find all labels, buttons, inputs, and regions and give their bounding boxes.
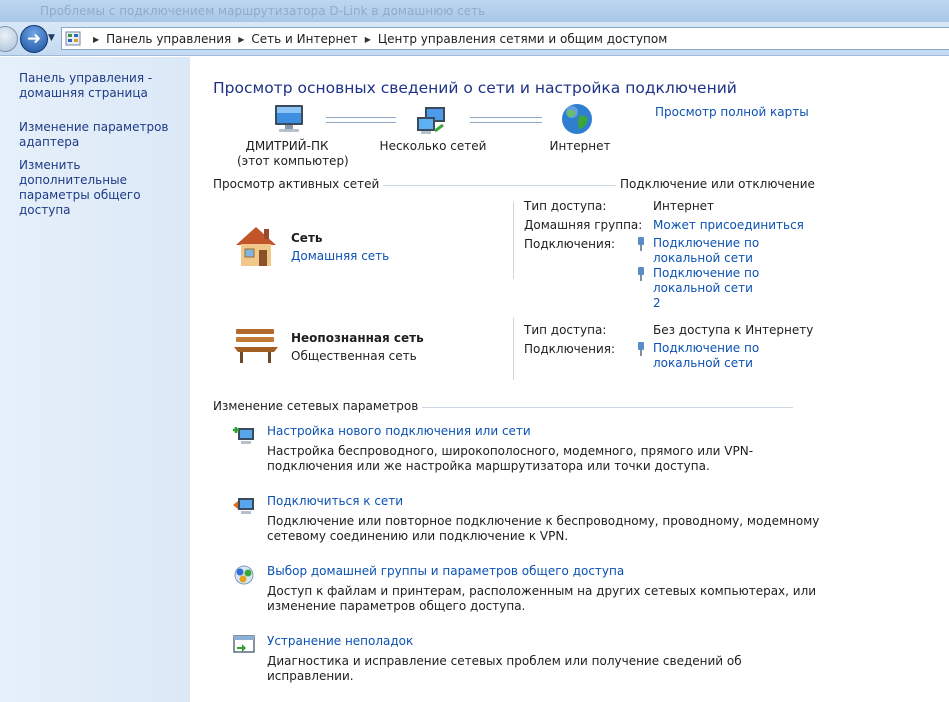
connection-link[interactable]: Подключение по локальной сети 2 xyxy=(653,266,763,311)
forward-button[interactable]: ➜ xyxy=(20,25,48,53)
breadcrumb: ▶ Панель управления ▶ Сеть и Интернет ▶ Центр… xyxy=(86,32,667,46)
breadcrumb-separator-icon[interactable]: ▶ xyxy=(365,35,371,44)
breadcrumb-separator-icon[interactable]: ▶ xyxy=(93,35,99,44)
sidebar-item-adapter-settings[interactable]: Изменение параметров адаптера xyxy=(19,120,184,150)
connection-link[interactable]: Подключение по локальной сети xyxy=(653,341,763,371)
access-type-label: Тип доступа: xyxy=(524,199,607,213)
navigation-bar: ➜ ▼ ▶ Панель управления ▶ Сеть и Интернет ▶ Ц… xyxy=(0,22,949,56)
main-content: Просмотр основных сведений о сети и наст… xyxy=(190,57,949,702)
full-map-link[interactable]: Просмотр полной карты xyxy=(655,105,809,119)
control-panel-icon xyxy=(65,31,81,46)
connections-label: Подключения: xyxy=(524,237,616,251)
ethernet-plug-icon xyxy=(638,342,644,356)
ethernet-plug-icon xyxy=(638,237,644,251)
sidebar: Панель управления - домашняя страница Из… xyxy=(0,57,190,702)
sidebar-item-control-panel-home[interactable]: Панель управления - домашняя страница xyxy=(19,71,184,101)
task-description: Диагностика и исправление сетевых пробле… xyxy=(267,654,742,683)
network-type-link[interactable]: Домашняя сеть xyxy=(291,249,389,263)
internet-globe-icon xyxy=(562,104,592,134)
task-troubleshoot-link[interactable]: Устранение неполадок xyxy=(267,634,413,648)
access-type-value: Без доступа к Интернету xyxy=(653,323,814,337)
network-name: Сеть xyxy=(291,231,323,245)
internet-label: Интернет xyxy=(549,139,611,153)
multiple-networks-icon xyxy=(417,107,445,134)
connection-link[interactable]: Подключение по локальной сети xyxy=(653,236,763,266)
troubleshoot-icon xyxy=(233,635,255,653)
task-homegroup-link[interactable]: Выбор домашней группы и параметров общег… xyxy=(267,564,624,578)
connect-disconnect-link[interactable]: Подключение или отключение xyxy=(616,177,815,191)
computer-subtitle: (этот компьютер) xyxy=(237,154,349,168)
page-title: Просмотр основных сведений о сети и наст… xyxy=(213,79,737,97)
active-networks-heading: Просмотр активных сетей xyxy=(213,177,384,191)
sidebar-item-sharing-settings[interactable]: Изменить дополнительные параметры общего… xyxy=(19,158,184,218)
homegroup-link[interactable]: Может присоединиться xyxy=(653,218,804,233)
map-connector xyxy=(470,117,542,123)
change-settings-heading: Изменение сетевых параметров xyxy=(213,399,423,413)
breadcrumb-control-panel[interactable]: Панель управления xyxy=(106,32,231,46)
access-type-label: Тип доступа: xyxy=(524,323,607,337)
back-button[interactable] xyxy=(0,26,18,52)
multiple-networks-label: Несколько сетей xyxy=(379,139,487,153)
breadcrumb-network-center[interactable]: Центр управления сетями и общим доступом xyxy=(378,32,667,46)
window-title: Проблемы с подключением маршрутизатора D… xyxy=(40,4,486,18)
network-divider xyxy=(513,318,514,380)
computer-icon xyxy=(275,105,303,132)
homegroup-icon xyxy=(234,565,254,585)
task-connect-network-link[interactable]: Подключиться к сети xyxy=(267,494,403,508)
network-divider xyxy=(513,202,514,279)
task-new-connection-link[interactable]: Настройка нового подключения или сети xyxy=(267,424,531,438)
computer-name: ДМИТРИЙ-ПК xyxy=(245,139,329,153)
access-type-value: Интернет xyxy=(653,199,715,213)
network-name: Неопознанная сеть xyxy=(291,331,424,345)
breadcrumb-network-internet[interactable]: Сеть и Интернет xyxy=(251,32,357,46)
map-connector xyxy=(326,117,396,123)
connect-network-icon xyxy=(233,498,254,514)
recent-pages-dropdown-icon[interactable]: ▼ xyxy=(48,33,55,43)
address-bar[interactable]: ▶ Панель управления ▶ Сеть и Интернет ▶ Центр… xyxy=(61,27,949,50)
ethernet-plug-icon xyxy=(638,267,644,281)
task-description: Подключение или повторное подключение к … xyxy=(267,514,820,543)
connections-label: Подключения: xyxy=(524,342,616,356)
new-connection-icon xyxy=(233,427,254,444)
home-network-icon[interactable] xyxy=(232,223,280,269)
homegroup-label: Домашняя группа: xyxy=(524,218,643,232)
task-description: Настройка беспроводного, широкополосного… xyxy=(267,444,754,473)
window-titlebar: Проблемы с подключением маршрутизатора D… xyxy=(0,0,949,22)
task-description: Доступ к файлам и принтерам, расположенн… xyxy=(267,584,817,613)
public-network-bench-icon[interactable] xyxy=(232,325,280,365)
network-type: Общественная сеть xyxy=(291,349,417,363)
breadcrumb-separator-icon[interactable]: ▶ xyxy=(238,35,244,44)
